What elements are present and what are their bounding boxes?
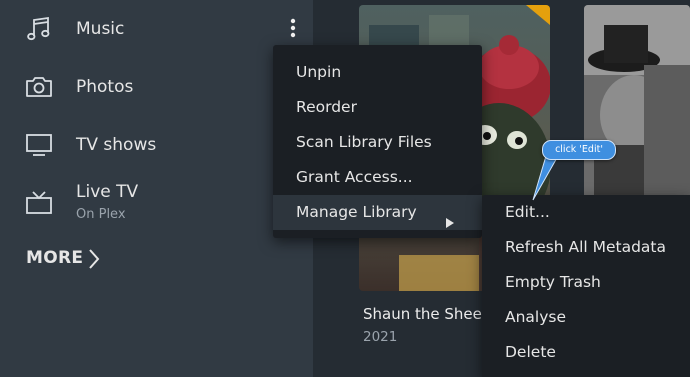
submenu-item-edit[interactable]: Edit...	[482, 195, 690, 230]
menu-item-label: Analyse	[505, 308, 567, 326]
more-options-icon[interactable]	[286, 16, 300, 42]
menu-item-manage-library[interactable]: Manage Library	[273, 195, 482, 230]
sidebar-item-label: Music	[76, 19, 125, 39]
menu-item-scan-library-files[interactable]: Scan Library Files	[273, 125, 482, 160]
sidebar-item-photos[interactable]: Photos	[0, 60, 313, 114]
triangle-right-icon	[445, 207, 455, 228]
camera-icon	[24, 72, 54, 102]
submenu-item-empty-trash[interactable]: Empty Trash	[482, 265, 690, 300]
menu-item-label: Delete	[505, 343, 556, 361]
manage-library-submenu: Edit... Refresh All Metadata Empty Trash…	[482, 195, 690, 377]
menu-item-reorder[interactable]: Reorder	[273, 90, 482, 125]
menu-item-label: Manage Library	[296, 203, 417, 221]
menu-item-label: Grant Access...	[296, 168, 413, 186]
monitor-icon	[24, 130, 54, 160]
poster-year: 2021	[363, 329, 398, 345]
submenu-item-refresh-all-metadata[interactable]: Refresh All Metadata	[482, 230, 690, 265]
menu-item-label: Reorder	[296, 98, 357, 116]
menu-item-unpin[interactable]: Unpin	[273, 55, 482, 90]
sidebar: Music Photos TV shows Live TV On Plex MO…	[0, 0, 313, 377]
sidebar-item-music[interactable]: Music	[0, 2, 313, 56]
sidebar-item-label: Live TV	[76, 182, 139, 202]
context-menu: Unpin Reorder Scan Library Files Grant A…	[273, 45, 482, 238]
annotation-callout: click 'Edit'	[542, 140, 616, 160]
submenu-item-delete[interactable]: Delete	[482, 335, 690, 370]
menu-item-label: Scan Library Files	[296, 133, 432, 151]
sidebar-item-sublabel: On Plex	[76, 207, 126, 222]
sidebar-item-label: TV shows	[76, 135, 157, 155]
chevron-right-icon	[86, 247, 102, 271]
menu-item-label: Empty Trash	[505, 273, 601, 291]
sidebar-item-tv-shows[interactable]: TV shows	[0, 118, 313, 172]
sidebar-item-live-tv[interactable]: Live TV On Plex	[0, 176, 313, 236]
menu-item-grant-access[interactable]: Grant Access...	[273, 160, 482, 195]
more-label: MORE	[26, 248, 84, 268]
music-note-icon	[24, 14, 54, 44]
submenu-item-analyse[interactable]: Analyse	[482, 300, 690, 335]
sidebar-item-label: Photos	[76, 77, 134, 97]
menu-item-label: Refresh All Metadata	[505, 238, 667, 256]
tv-antenna-icon	[24, 188, 54, 218]
poster-title[interactable]: Shaun the Sheep	[363, 305, 491, 323]
more-button[interactable]: MORE	[26, 248, 100, 269]
menu-item-label: Unpin	[296, 63, 342, 81]
